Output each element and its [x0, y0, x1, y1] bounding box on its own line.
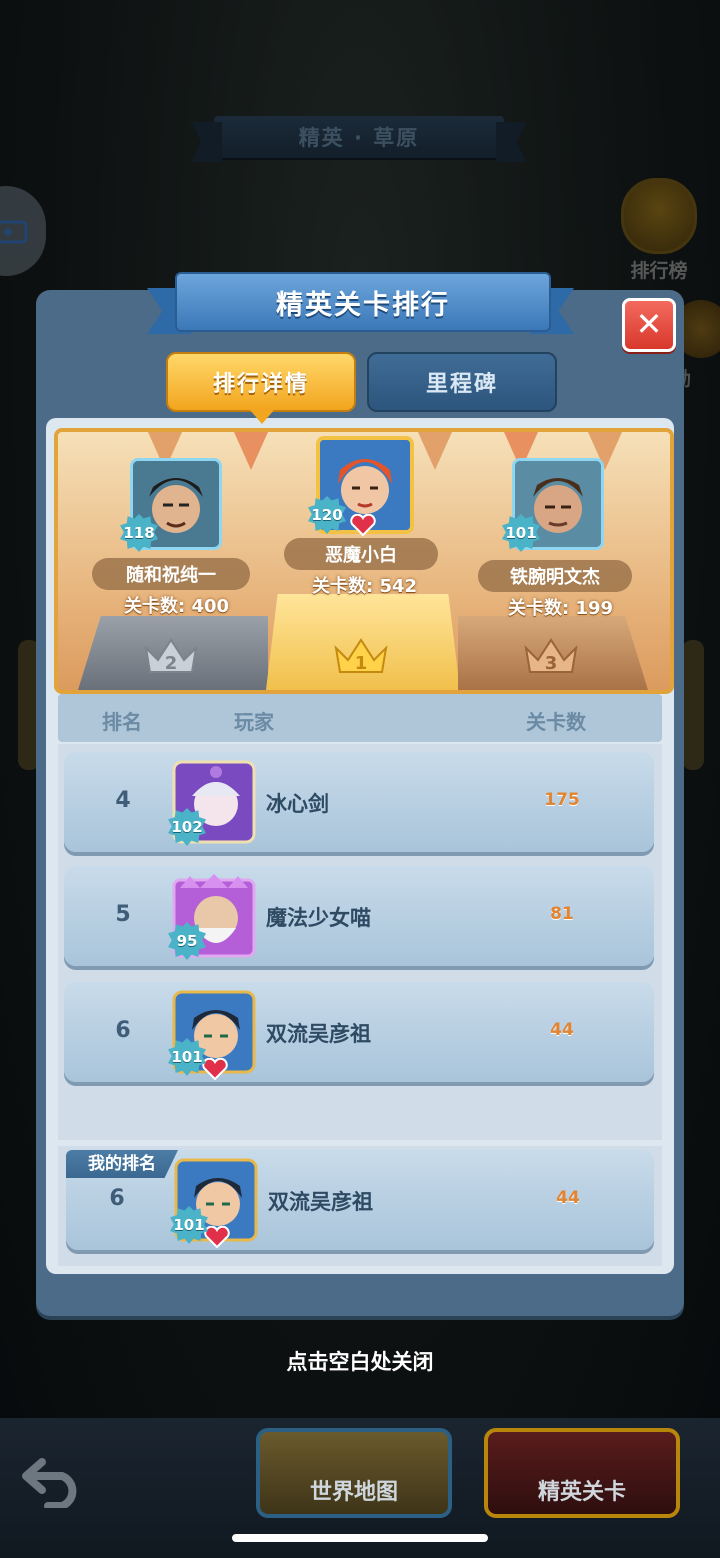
bunting-flag [234, 432, 268, 470]
crown-third-number: 3 [545, 653, 558, 674]
row-player-name: 冰心剑 [266, 792, 329, 816]
world-map-button[interactable]: 世界地图 [256, 1428, 452, 1518]
crown-second-icon: 2 [142, 636, 200, 676]
row-score: 175 [544, 790, 580, 810]
table-row[interactable]: 5 95 魔法少女喵 81 [64, 866, 654, 966]
elite-stage-label: 精英关卡 [537, 1480, 626, 1505]
row-score: 81 [550, 904, 574, 924]
close-icon: ✕ [635, 305, 663, 343]
row-player-name: 魔法少女喵 [266, 906, 371, 930]
panel-title-ribbon: 精英关卡排行 [175, 272, 551, 332]
world-map-label: 世界地图 [309, 1480, 398, 1505]
header-player: 玩家 [234, 710, 274, 734]
home-indicator[interactable] [232, 1534, 488, 1542]
elite-stage-button[interactable]: 精英关卡 [484, 1428, 680, 1518]
my-score: 44 [556, 1188, 580, 1208]
second-player-score: 关卡数: 400 [124, 596, 230, 617]
row-rank: 5 [115, 902, 131, 927]
tab-milestones-label: 里程碑 [425, 372, 498, 397]
panel-title: 精英关卡排行 [276, 289, 450, 321]
row-rank: 4 [115, 788, 131, 813]
close-button[interactable]: ✕ [622, 298, 676, 352]
header-rank: 排名 [102, 710, 142, 734]
crown-first-icon: 1 [332, 636, 390, 676]
crown-first-number: 1 [355, 653, 368, 674]
heart-icon [350, 513, 376, 537]
second-player-name: 随和祝纯一 [92, 558, 250, 590]
heart-icon [204, 1225, 230, 1249]
third-player-score: 关卡数: 199 [508, 598, 614, 619]
table-row[interactable]: 4 102 冰心剑 175 [64, 752, 654, 852]
first-player-name: 恶魔小白 [284, 538, 438, 570]
table-row[interactable]: 6 101 双流吴彦祖 44 [64, 982, 654, 1082]
ranking-table-header: 排名 玩家 关卡数 [58, 694, 662, 742]
heart-icon [202, 1057, 228, 1081]
tab-ranking-details[interactable]: 排行详情 [166, 352, 356, 424]
back-icon[interactable] [20, 1452, 88, 1512]
bunting-flag [418, 432, 452, 470]
tab-milestones[interactable]: 里程碑 [367, 352, 557, 412]
my-player-name: 双流吴彦祖 [268, 1190, 373, 1214]
header-score: 关卡数 [526, 710, 586, 734]
my-rank: 6 [109, 1186, 125, 1211]
tab-ranking-details-label: 排行详情 [212, 372, 309, 397]
crown-second-number: 2 [165, 653, 178, 674]
row-rank: 6 [115, 1018, 131, 1043]
crown-third-icon: 3 [522, 636, 580, 676]
top-three-podium: 2 1 3 118 随和祝纯一 关卡数: 400 120 恶魔小白 关卡数: 5… [54, 428, 674, 694]
third-player-name: 铁腕明文杰 [478, 560, 632, 592]
my-ranking-tag: 我的排名 [66, 1150, 178, 1178]
row-score: 44 [550, 1020, 574, 1040]
row-player-name: 双流吴彦祖 [266, 1022, 371, 1046]
first-player-score: 关卡数: 542 [312, 576, 418, 597]
close-hint: 点击空白处关闭 [286, 1350, 434, 1374]
